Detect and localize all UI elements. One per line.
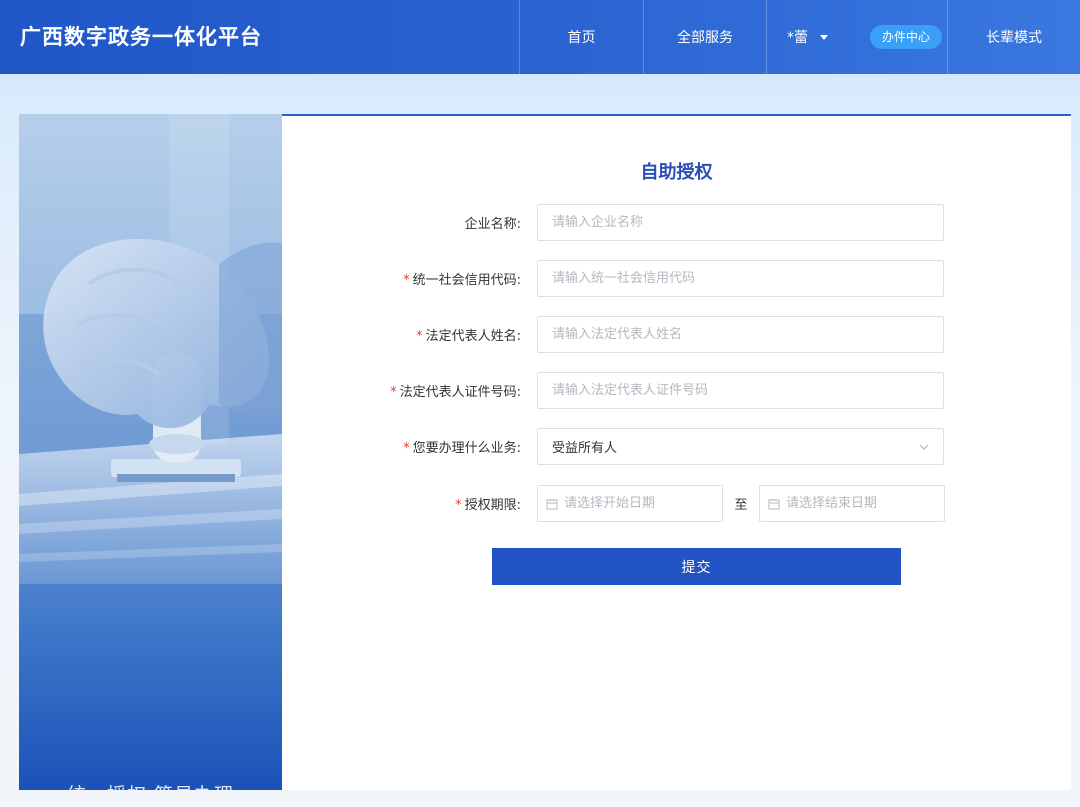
legal-rep-id-label: * 法定代表人证件号码: [390, 385, 521, 400]
period-label: * 授权期限: [455, 498, 521, 513]
legal-rep-name-input[interactable] [537, 316, 944, 353]
business-selected-value: 受益所有人 [552, 441, 618, 456]
company-name-label: 企业名称: [464, 217, 521, 232]
required-mark: * [390, 385, 397, 400]
form-title: 自助授权 [640, 162, 713, 183]
side-banner: 统一授权 简易办理 [19, 114, 282, 790]
required-mark: * [403, 273, 410, 288]
user-name[interactable]: *蕾 [787, 27, 808, 47]
credit-code-input[interactable] [537, 260, 944, 297]
office-center-button[interactable]: 办件中心 [870, 25, 943, 49]
nav-user-menu[interactable]: *蕾 办件中心 [766, 0, 947, 74]
authorization-form-panel: 自助授权 企业名称: *统一社会信用代码: *法定代表人姓名: *法定代表人证件… [282, 114, 1071, 790]
top-header: 广西数字政务一体化平台 首页 全部服务 *蕾 办件中心 长辈模式 [0, 0, 1080, 74]
period-row: *授权期限: 至 [282, 485, 945, 522]
chevron-down-icon[interactable] [919, 442, 929, 452]
banner-slogan: 统一授权 简易办理 [19, 780, 282, 790]
required-mark: * [455, 498, 462, 513]
legal-rep-id-row: * 法定代表人证件号码: [282, 372, 944, 409]
end-date-input[interactable] [786, 496, 936, 511]
legal-rep-name-row: * 法定代表人姓名: [282, 316, 944, 353]
nav-home[interactable]: 首页 [519, 0, 643, 74]
company-name-row: 企业名称: [282, 204, 944, 241]
legal-rep-name-label: * 法定代表人姓名: [416, 329, 521, 344]
submit-button[interactable]: 提交 [492, 548, 901, 585]
caret-down-icon[interactable] [820, 34, 828, 40]
required-mark: * [416, 329, 423, 344]
required-mark: * [403, 441, 410, 456]
site-logo[interactable]: 广西数字政务一体化平台 [20, 0, 262, 74]
stamp-illustration [19, 114, 282, 584]
business-select[interactable]: 受益所有人 [537, 428, 944, 465]
start-date-input[interactable] [564, 496, 714, 511]
company-name-input[interactable] [537, 204, 944, 241]
end-date-picker[interactable] [759, 485, 945, 522]
calendar-icon [546, 498, 558, 509]
legal-rep-id-input[interactable] [537, 372, 944, 409]
nav-all-services[interactable]: 全部服务 [643, 0, 766, 74]
calendar-icon [768, 498, 780, 509]
business-row: * 您要办理什么业务: 受益所有人 [282, 428, 944, 465]
business-label: * 您要办理什么业务: [403, 441, 521, 456]
nav-elder-mode[interactable]: 长辈模式 [947, 0, 1080, 74]
credit-code-row: * 统一社会信用代码: [282, 260, 944, 297]
date-separator: 至 [734, 498, 748, 513]
main-nav: 首页 全部服务 *蕾 办件中心 长辈模式 [519, 0, 1080, 74]
credit-code-label: * 统一社会信用代码: [403, 273, 521, 288]
start-date-picker[interactable] [537, 485, 723, 522]
